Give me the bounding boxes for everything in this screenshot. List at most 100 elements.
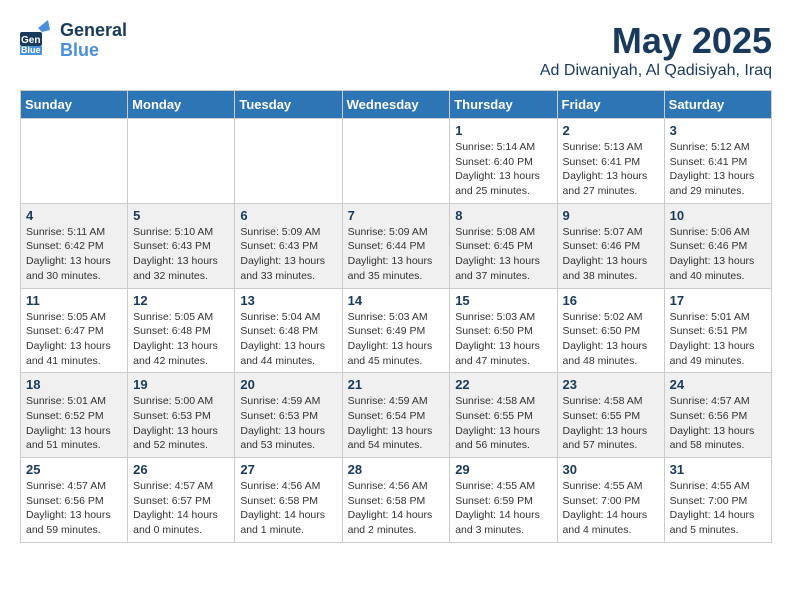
svg-text:Blue: Blue xyxy=(21,45,41,55)
day-number: 13 xyxy=(240,293,336,308)
calendar-cell-4-2: 27 Sunrise: 4:56 AM Sunset: 6:58 PM Dayli… xyxy=(235,458,342,543)
day-number: 26 xyxy=(133,462,229,477)
day-info: Sunrise: 5:00 AM Sunset: 6:53 PM Dayligh… xyxy=(133,394,229,453)
day-info: Sunrise: 4:55 AM Sunset: 7:00 PM Dayligh… xyxy=(563,479,659,538)
calendar-cell-1-6: 10 Sunrise: 5:06 AM Sunset: 6:46 PM Dayli… xyxy=(664,203,771,288)
calendar-week-3: 11 Sunrise: 5:05 AM Sunset: 6:47 PM Dayli… xyxy=(21,288,772,373)
day-number: 12 xyxy=(133,293,229,308)
calendar-cell-0-6: 3Sunrise: 5:12 AM Sunset: 6:41 PM Daylig… xyxy=(664,119,771,204)
calendar-cell-4-3: 28 Sunrise: 4:56 AM Sunset: 6:58 PM Dayli… xyxy=(342,458,450,543)
day-info: Sunrise: 4:57 AM Sunset: 6:56 PM Dayligh… xyxy=(26,479,122,538)
day-number: 18 xyxy=(26,377,122,392)
calendar-cell-1-5: 9 Sunrise: 5:07 AM Sunset: 6:46 PM Daylig… xyxy=(557,203,664,288)
day-info: Sunrise: 5:09 AM Sunset: 6:43 PM Dayligh… xyxy=(240,225,336,284)
day-number: 27 xyxy=(240,462,336,477)
calendar-cell-3-0: 18 Sunrise: 5:01 AM Sunset: 6:52 PM Dayli… xyxy=(21,373,128,458)
day-info: Sunrise: 4:56 AM Sunset: 6:58 PM Dayligh… xyxy=(348,479,445,538)
day-info: Sunrise: 4:58 AM Sunset: 6:55 PM Dayligh… xyxy=(455,394,551,453)
day-info: Sunrise: 4:56 AM Sunset: 6:58 PM Dayligh… xyxy=(240,479,336,538)
day-info: Sunrise: 5:13 AM Sunset: 6:41 PM Dayligh… xyxy=(563,140,659,199)
calendar-week-4: 18 Sunrise: 5:01 AM Sunset: 6:52 PM Dayli… xyxy=(21,373,772,458)
month-title: May 2025 xyxy=(540,20,772,62)
day-info: Sunrise: 5:09 AM Sunset: 6:44 PM Dayligh… xyxy=(348,225,445,284)
day-number: 28 xyxy=(348,462,445,477)
day-info: Sunrise: 5:06 AM Sunset: 6:46 PM Dayligh… xyxy=(670,225,766,284)
calendar-cell-2-6: 17Sunrise: 5:01 AM Sunset: 6:51 PM Dayli… xyxy=(664,288,771,373)
calendar-cell-4-5: 30 Sunrise: 4:55 AM Sunset: 7:00 PM Dayli… xyxy=(557,458,664,543)
day-number: 11 xyxy=(26,293,122,308)
calendar-cell-1-4: 8 Sunrise: 5:08 AM Sunset: 6:45 PM Daylig… xyxy=(450,203,557,288)
day-info: Sunrise: 5:07 AM Sunset: 6:46 PM Dayligh… xyxy=(563,225,659,284)
calendar-cell-0-2 xyxy=(235,119,342,204)
day-info: Sunrise: 5:05 AM Sunset: 6:47 PM Dayligh… xyxy=(26,310,122,369)
day-info: Sunrise: 5:01 AM Sunset: 6:52 PM Dayligh… xyxy=(26,394,122,453)
day-info: Sunrise: 4:57 AM Sunset: 6:56 PM Dayligh… xyxy=(670,394,766,453)
calendar-cell-3-5: 23Sunrise: 4:58 AM Sunset: 6:55 PM Dayli… xyxy=(557,373,664,458)
day-number: 23 xyxy=(563,377,659,392)
day-number: 9 xyxy=(563,208,659,223)
calendar-cell-2-0: 11 Sunrise: 5:05 AM Sunset: 6:47 PM Dayli… xyxy=(21,288,128,373)
calendar-cell-0-5: 2 Sunrise: 5:13 AM Sunset: 6:41 PM Daylig… xyxy=(557,119,664,204)
day-info: Sunrise: 5:05 AM Sunset: 6:48 PM Dayligh… xyxy=(133,310,229,369)
logo-icon: Gen Blue xyxy=(20,20,56,61)
day-info: Sunrise: 5:03 AM Sunset: 6:49 PM Dayligh… xyxy=(348,310,445,369)
logo-general: General xyxy=(60,21,127,41)
day-number: 1 xyxy=(455,123,551,138)
location-title: Ad Diwaniyah, Al Qadisiyah, Iraq xyxy=(540,62,772,80)
col-monday: Monday xyxy=(128,91,235,119)
day-number: 6 xyxy=(240,208,336,223)
calendar-week-2: 4 Sunrise: 5:11 AM Sunset: 6:42 PM Daylig… xyxy=(21,203,772,288)
calendar-cell-1-1: 5 Sunrise: 5:10 AM Sunset: 6:43 PM Daylig… xyxy=(128,203,235,288)
day-number: 8 xyxy=(455,208,551,223)
col-friday: Friday xyxy=(557,91,664,119)
day-number: 31 xyxy=(670,462,766,477)
calendar-cell-4-0: 25 Sunrise: 4:57 AM Sunset: 6:56 PM Dayli… xyxy=(21,458,128,543)
calendar-week-1: 1 Sunrise: 5:14 AM Sunset: 6:40 PM Daylig… xyxy=(21,119,772,204)
day-number: 30 xyxy=(563,462,659,477)
calendar-header-row: Sunday Monday Tuesday Wednesday Thursday… xyxy=(21,91,772,119)
day-info: Sunrise: 5:04 AM Sunset: 6:48 PM Dayligh… xyxy=(240,310,336,369)
logo: Gen Blue General Blue xyxy=(20,20,127,61)
day-info: Sunrise: 4:57 AM Sunset: 6:57 PM Dayligh… xyxy=(133,479,229,538)
calendar-cell-3-3: 21Sunrise: 4:59 AM Sunset: 6:54 PM Dayli… xyxy=(342,373,450,458)
day-number: 4 xyxy=(26,208,122,223)
day-number: 25 xyxy=(26,462,122,477)
day-number: 15 xyxy=(455,293,551,308)
day-number: 2 xyxy=(563,123,659,138)
calendar-cell-4-6: 31Sunrise: 4:55 AM Sunset: 7:00 PM Dayli… xyxy=(664,458,771,543)
day-number: 3 xyxy=(670,123,766,138)
col-tuesday: Tuesday xyxy=(235,91,342,119)
day-number: 29 xyxy=(455,462,551,477)
calendar-cell-2-4: 15Sunrise: 5:03 AM Sunset: 6:50 PM Dayli… xyxy=(450,288,557,373)
day-info: Sunrise: 4:59 AM Sunset: 6:53 PM Dayligh… xyxy=(240,394,336,453)
calendar-cell-1-0: 4 Sunrise: 5:11 AM Sunset: 6:42 PM Daylig… xyxy=(21,203,128,288)
calendar-week-5: 25 Sunrise: 4:57 AM Sunset: 6:56 PM Dayli… xyxy=(21,458,772,543)
calendar-cell-3-4: 22 Sunrise: 4:58 AM Sunset: 6:55 PM Dayli… xyxy=(450,373,557,458)
logo-blue: Blue xyxy=(60,41,127,61)
calendar-cell-2-2: 13 Sunrise: 5:04 AM Sunset: 6:48 PM Dayli… xyxy=(235,288,342,373)
calendar-cell-0-3 xyxy=(342,119,450,204)
day-number: 5 xyxy=(133,208,229,223)
day-info: Sunrise: 4:59 AM Sunset: 6:54 PM Dayligh… xyxy=(348,394,445,453)
calendar-cell-3-1: 19Sunrise: 5:00 AM Sunset: 6:53 PM Dayli… xyxy=(128,373,235,458)
day-number: 7 xyxy=(348,208,445,223)
calendar-cell-0-4: 1 Sunrise: 5:14 AM Sunset: 6:40 PM Daylig… xyxy=(450,119,557,204)
title-block: May 2025 Ad Diwaniyah, Al Qadisiyah, Ira… xyxy=(540,20,772,80)
day-info: Sunrise: 4:55 AM Sunset: 6:59 PM Dayligh… xyxy=(455,479,551,538)
day-number: 10 xyxy=(670,208,766,223)
calendar-cell-2-3: 14 Sunrise: 5:03 AM Sunset: 6:49 PM Dayli… xyxy=(342,288,450,373)
col-wednesday: Wednesday xyxy=(342,91,450,119)
day-info: Sunrise: 5:14 AM Sunset: 6:40 PM Dayligh… xyxy=(455,140,551,199)
calendar-cell-3-2: 20Sunrise: 4:59 AM Sunset: 6:53 PM Dayli… xyxy=(235,373,342,458)
day-info: Sunrise: 5:11 AM Sunset: 6:42 PM Dayligh… xyxy=(26,225,122,284)
calendar-table: Sunday Monday Tuesday Wednesday Thursday… xyxy=(20,90,772,543)
calendar-cell-4-4: 29 Sunrise: 4:55 AM Sunset: 6:59 PM Dayli… xyxy=(450,458,557,543)
day-number: 24 xyxy=(670,377,766,392)
day-info: Sunrise: 5:01 AM Sunset: 6:51 PM Dayligh… xyxy=(670,310,766,369)
day-number: 22 xyxy=(455,377,551,392)
day-info: Sunrise: 5:10 AM Sunset: 6:43 PM Dayligh… xyxy=(133,225,229,284)
day-number: 14 xyxy=(348,293,445,308)
calendar-cell-3-6: 24 Sunrise: 4:57 AM Sunset: 6:56 PM Dayli… xyxy=(664,373,771,458)
calendar-cell-0-1 xyxy=(128,119,235,204)
day-info: Sunrise: 5:08 AM Sunset: 6:45 PM Dayligh… xyxy=(455,225,551,284)
